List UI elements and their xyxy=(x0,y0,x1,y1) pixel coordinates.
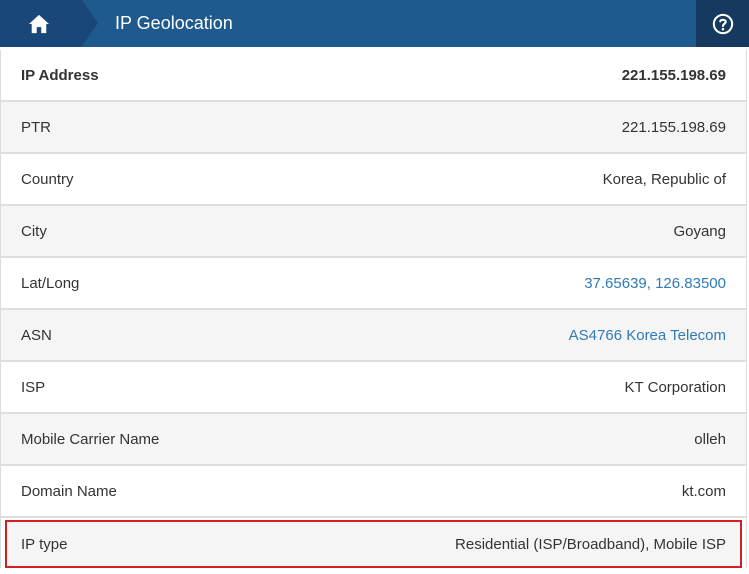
row-label: City xyxy=(21,222,47,240)
geolocation-table: IP Address 221.155.198.69 PTR 221.155.19… xyxy=(0,50,747,568)
help-button[interactable] xyxy=(696,0,749,47)
row-label: ISP xyxy=(21,378,46,396)
row-label: PTR xyxy=(21,118,51,136)
row-value: KT Corporation xyxy=(624,378,726,396)
page-title: IP Geolocation xyxy=(115,13,233,33)
row-ip-address: IP Address 221.155.198.69 xyxy=(1,50,746,102)
home-button[interactable] xyxy=(0,0,82,47)
row-label: IP type xyxy=(21,535,68,553)
row-label: Mobile Carrier Name xyxy=(21,430,160,448)
home-icon xyxy=(29,14,49,33)
row-isp: ISP KT Corporation xyxy=(1,362,746,414)
app-header: IP Geolocation xyxy=(0,0,749,47)
lat-long-link[interactable]: 37.65639, 126.83500 xyxy=(584,275,726,292)
row-value: Korea, Republic of xyxy=(602,170,726,188)
row-value: kt.com xyxy=(681,482,726,500)
row-asn: ASN AS4766 Korea Telecom xyxy=(1,310,746,362)
row-value: 221.155.198.69 xyxy=(621,118,726,136)
row-label: Country xyxy=(21,170,74,188)
row-domain-name: Domain Name kt.com xyxy=(1,466,746,518)
asn-link[interactable]: AS4766 Korea Telecom xyxy=(569,327,726,344)
row-value: olleh xyxy=(694,430,726,448)
help-icon xyxy=(712,13,733,34)
row-city: City Goyang xyxy=(1,206,746,258)
row-label: Domain Name xyxy=(21,482,117,500)
row-value: 221.155.198.69 xyxy=(621,66,726,84)
row-value: Residential (ISP/Broadband), Mobile ISP xyxy=(455,535,726,553)
row-mobile-carrier-name: Mobile Carrier Name olleh xyxy=(1,414,746,466)
breadcrumb-separator xyxy=(82,0,98,46)
row-label: Lat/Long xyxy=(21,274,80,292)
row-country: Country Korea, Republic of xyxy=(1,154,746,206)
row-label: IP Address xyxy=(21,66,99,84)
row-ip-type: IP type Residential (ISP/Broadband), Mob… xyxy=(5,520,742,568)
row-label: ASN xyxy=(21,326,52,344)
row-value: Goyang xyxy=(673,222,726,240)
row-ptr: PTR 221.155.198.69 xyxy=(1,102,746,154)
row-lat-long: Lat/Long 37.65639, 126.83500 xyxy=(1,258,746,310)
